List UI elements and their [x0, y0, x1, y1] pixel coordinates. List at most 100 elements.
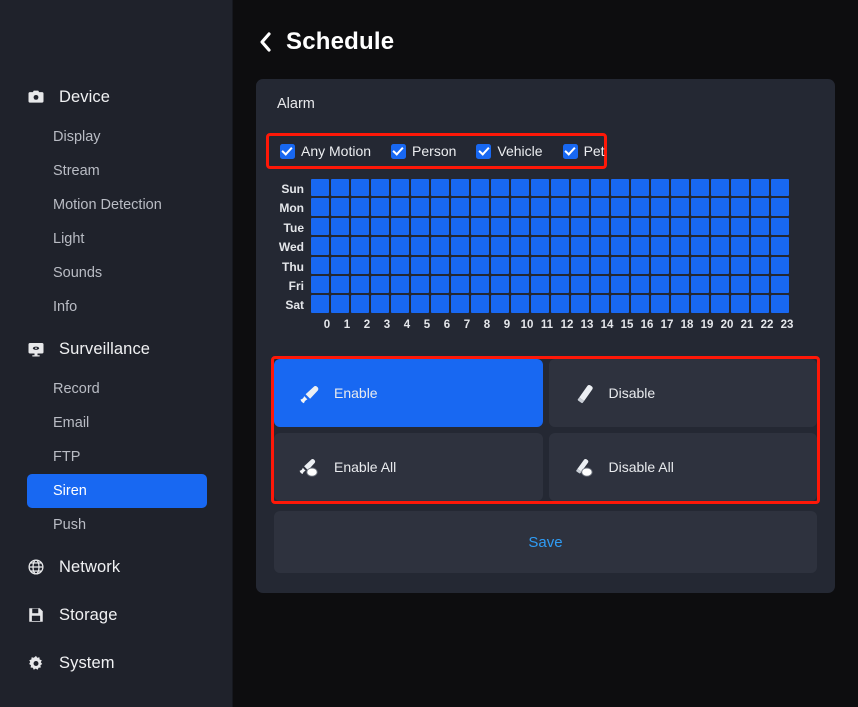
- schedule-cell[interactable]: [471, 256, 489, 274]
- schedule-cell[interactable]: [311, 237, 329, 255]
- schedule-cell[interactable]: [471, 275, 489, 294]
- schedule-cell[interactable]: [571, 217, 589, 236]
- sidebar-group-system[interactable]: System: [0, 646, 232, 680]
- schedule-cell[interactable]: [691, 237, 709, 255]
- disable-all-button[interactable]: Disable All: [548, 433, 817, 501]
- schedule-cell[interactable]: [471, 295, 489, 313]
- schedule-cell[interactable]: [331, 275, 349, 294]
- schedule-cell[interactable]: [451, 198, 469, 216]
- schedule-cell[interactable]: [711, 295, 729, 313]
- schedule-cell[interactable]: [471, 179, 489, 197]
- schedule-cell[interactable]: [551, 295, 569, 313]
- schedule-cell[interactable]: [631, 256, 649, 274]
- schedule-cell[interactable]: [391, 179, 409, 197]
- schedule-cell[interactable]: [331, 295, 349, 313]
- schedule-cell[interactable]: [391, 275, 409, 294]
- schedule-cell[interactable]: [711, 179, 729, 197]
- schedule-cell[interactable]: [611, 179, 629, 197]
- schedule-cell[interactable]: [411, 295, 429, 313]
- schedule-cell[interactable]: [371, 256, 389, 274]
- schedule-cell[interactable]: [311, 256, 329, 274]
- sidebar-item-push[interactable]: Push: [27, 508, 207, 542]
- checkbox-checked-icon[interactable]: [391, 143, 407, 159]
- schedule-cell[interactable]: [371, 198, 389, 216]
- schedule-cell[interactable]: [371, 275, 389, 294]
- checkbox-vehicle[interactable]: Vehicle: [476, 136, 543, 166]
- schedule-cell[interactable]: [351, 237, 369, 255]
- schedule-row-thu[interactable]: [311, 256, 791, 276]
- schedule-row-mon[interactable]: [311, 198, 791, 217]
- schedule-cell[interactable]: [631, 179, 649, 197]
- schedule-row-fri[interactable]: [311, 275, 791, 295]
- schedule-cell[interactable]: [751, 179, 769, 197]
- schedule-cell[interactable]: [531, 275, 549, 294]
- schedule-cell[interactable]: [351, 198, 369, 216]
- schedule-cell[interactable]: [511, 275, 529, 294]
- schedule-cell[interactable]: [671, 237, 689, 255]
- schedule-cell[interactable]: [591, 179, 609, 197]
- schedule-cell[interactable]: [371, 179, 389, 197]
- schedule-cell[interactable]: [431, 217, 449, 236]
- schedule-cell[interactable]: [551, 217, 569, 236]
- schedule-cell[interactable]: [511, 256, 529, 274]
- schedule-cell[interactable]: [491, 179, 509, 197]
- schedule-cell[interactable]: [771, 237, 789, 255]
- schedule-cell[interactable]: [531, 198, 549, 216]
- sidebar-item-sounds[interactable]: Sounds: [27, 256, 207, 290]
- schedule-cell[interactable]: [451, 256, 469, 274]
- schedule-row-sat[interactable]: [311, 295, 791, 314]
- schedule-cell[interactable]: [711, 217, 729, 236]
- chevron-left-icon[interactable]: [254, 29, 276, 55]
- schedule-cell[interactable]: [411, 256, 429, 274]
- sidebar-item-stream[interactable]: Stream: [27, 154, 207, 188]
- schedule-cell[interactable]: [551, 179, 569, 197]
- schedule-cell[interactable]: [591, 198, 609, 216]
- schedule-cell[interactable]: [711, 275, 729, 294]
- sidebar-group-surveillance[interactable]: Surveillance: [0, 332, 232, 366]
- schedule-cell[interactable]: [551, 237, 569, 255]
- schedule-cell[interactable]: [771, 217, 789, 236]
- save-button[interactable]: Save: [274, 511, 817, 573]
- sidebar-group-network[interactable]: Network: [0, 550, 232, 584]
- schedule-cell[interactable]: [431, 198, 449, 216]
- checkbox-any-motion[interactable]: Any Motion: [280, 136, 371, 166]
- schedule-cell[interactable]: [511, 179, 529, 197]
- schedule-cell[interactable]: [411, 217, 429, 236]
- schedule-cell[interactable]: [771, 295, 789, 313]
- schedule-cell[interactable]: [611, 198, 629, 216]
- schedule-cell[interactable]: [391, 237, 409, 255]
- schedule-cell[interactable]: [731, 295, 749, 313]
- schedule-cell[interactable]: [391, 256, 409, 274]
- schedule-cell[interactable]: [571, 256, 589, 274]
- schedule-cell[interactable]: [651, 179, 669, 197]
- schedule-cell[interactable]: [331, 198, 349, 216]
- schedule-cell[interactable]: [491, 237, 509, 255]
- schedule-cell[interactable]: [691, 179, 709, 197]
- sidebar-group-storage[interactable]: Storage: [0, 598, 232, 632]
- sidebar-item-light[interactable]: Light: [27, 222, 207, 256]
- schedule-cell[interactable]: [371, 237, 389, 255]
- schedule-cell[interactable]: [431, 295, 449, 313]
- schedule-cell[interactable]: [751, 256, 769, 274]
- sidebar-item-display[interactable]: Display: [27, 120, 207, 154]
- schedule-cell[interactable]: [611, 237, 629, 255]
- schedule-cell[interactable]: [651, 237, 669, 255]
- schedule-row-wed[interactable]: [311, 237, 791, 256]
- schedule-cell[interactable]: [691, 275, 709, 294]
- schedule-cell[interactable]: [591, 237, 609, 255]
- schedule-cell[interactable]: [511, 217, 529, 236]
- schedule-cell[interactable]: [591, 256, 609, 274]
- schedule-cell[interactable]: [471, 237, 489, 255]
- schedule-cell[interactable]: [531, 237, 549, 255]
- schedule-cell[interactable]: [511, 237, 529, 255]
- schedule-cell[interactable]: [411, 198, 429, 216]
- schedule-cell[interactable]: [691, 295, 709, 313]
- schedule-cell[interactable]: [331, 237, 349, 255]
- schedule-cell[interactable]: [691, 217, 709, 236]
- checkbox-pet[interactable]: Pet: [562, 136, 605, 166]
- sidebar-item-record[interactable]: Record: [27, 372, 207, 406]
- schedule-cell[interactable]: [591, 217, 609, 236]
- schedule-cell[interactable]: [611, 256, 629, 274]
- schedule-cell[interactable]: [651, 256, 669, 274]
- schedule-cell[interactable]: [631, 198, 649, 216]
